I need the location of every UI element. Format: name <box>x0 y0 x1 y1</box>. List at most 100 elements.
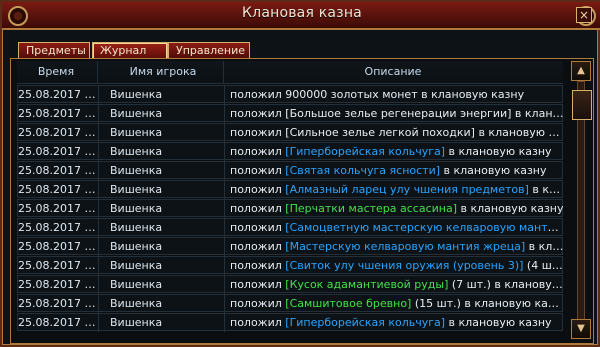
cell-separator <box>98 314 99 332</box>
cell-separator <box>98 257 99 275</box>
item-link[interactable]: [Гиперборейская кольчуга] <box>285 145 445 158</box>
description-prefix: положил <box>230 202 286 215</box>
cell-separator <box>98 295 99 313</box>
row-time: 25.08.2017 15:10 <box>18 164 96 177</box>
row-description: положил [Перчатки мастера ассасина] в кл… <box>224 200 563 218</box>
cell-separator <box>98 219 99 237</box>
row-time: 25.08.2017 15:10 <box>18 126 96 139</box>
cell-separator <box>98 276 99 294</box>
row-player: Вишенка <box>110 88 163 101</box>
row-time: 25.08.2017 15:10 <box>18 183 96 196</box>
cell-separator <box>98 143 99 161</box>
cell-separator <box>98 162 99 180</box>
description-suffix: (15 шт.) в клановую казну <box>411 297 563 310</box>
row-player: Вишенка <box>110 202 163 215</box>
chevron-up-icon[interactable]: ▲ <box>571 61 591 81</box>
description-suffix: в клановую казну <box>440 164 547 177</box>
row-description: положил [Гиперборейская кольчуга] в клан… <box>224 314 563 332</box>
row-time: 25.08.2017 15:09 <box>18 316 96 329</box>
header-description: Описание <box>364 65 422 78</box>
cell-separator <box>98 181 99 199</box>
row-player: Вишенка <box>110 240 163 253</box>
row-time: 25.08.2017 15:10 <box>18 145 96 158</box>
description-prefix: положил <box>230 240 286 253</box>
row-description: положил [Сильное зелье легкой походки] в… <box>224 124 563 142</box>
item-link[interactable]: [Гиперборейская кольчуга] <box>285 316 445 329</box>
row-player: Вишенка <box>110 278 163 291</box>
item-link[interactable]: [Кусок адамантиевой руды] <box>285 278 448 291</box>
cell-separator <box>98 238 99 256</box>
description-prefix: положил <box>230 164 286 177</box>
row-player: Вишенка <box>110 145 163 158</box>
description-prefix: положил <box>230 297 286 310</box>
chevron-down-icon[interactable]: ▼ <box>571 319 591 339</box>
description-prefix: положил <box>230 183 286 196</box>
table-row: 25.08.2017 15:09 Вишенка положил [Свиток… <box>17 256 563 275</box>
row-description: положил [Самшитовое бревно] (15 шт.) в к… <box>224 295 563 313</box>
row-description: положил [Алмазный ларец улу чшения предм… <box>224 181 563 199</box>
description-suffix: в клановую казну <box>478 126 563 139</box>
description-suffix: в клановую казну <box>514 107 563 120</box>
description-suffix: в клановую казну <box>457 202 564 215</box>
table-row: 25.08.2017 15:09 Вишенка положил [Мастер… <box>17 237 563 256</box>
row-time: 25.08.2017 15:09 <box>18 259 96 272</box>
row-time: 25.08.2017 15:21 <box>18 88 96 101</box>
table-header: Время Имя игрока Описание <box>17 61 563 84</box>
row-player: Вишенка <box>110 316 163 329</box>
item-link[interactable]: [Мастерскую келваровую мантия жреца] <box>285 240 525 253</box>
description-suffix: в клановую казну <box>528 240 563 253</box>
item-link: [Большое зелье регенерации энергии] <box>285 107 512 120</box>
scroll-track[interactable] <box>572 81 592 321</box>
item-link[interactable]: [Самшитовое бревно] <box>285 297 411 310</box>
row-description: положил [Большое зелье регенерации энерг… <box>224 105 563 123</box>
description-prefix: положил <box>230 221 286 234</box>
row-player: Вишенка <box>110 126 163 139</box>
description-prefix: положил <box>230 316 286 329</box>
row-description: положил 900000 золотых монет в клановую … <box>224 86 563 104</box>
table-row: 25.08.2017 15:10 Вишенка положил [Алмазн… <box>17 180 563 199</box>
description-prefix: положил <box>230 107 286 120</box>
row-description: положил [Самоцветную мастерскую келваров… <box>224 219 563 237</box>
item-link: 900000 золотых монет <box>285 88 418 101</box>
table-row: 25.08.2017 15:09 Вишенка положил [Перчат… <box>17 199 563 218</box>
cell-separator <box>98 105 99 123</box>
description-suffix: (4 шт.) в клановую... <box>526 259 563 272</box>
row-time: 25.08.2017 15:09 <box>18 240 96 253</box>
description-prefix: положил <box>230 259 286 272</box>
table-row: 25.08.2017 15:10 Вишенка положил [Гиперб… <box>17 142 563 161</box>
item-link[interactable]: [Святая кольчуга ясности] <box>285 164 440 177</box>
row-description: положил [Мастерскую келваровую мантия жр… <box>224 238 563 256</box>
description-suffix: в клановую казну <box>417 88 525 101</box>
table-row: 25.08.2017 15:10 Вишенка положил [Святая… <box>17 161 563 180</box>
description-prefix: положил <box>230 145 286 158</box>
row-time: 25.08.2017 15:09 <box>18 297 96 310</box>
description-prefix: положил <box>230 126 286 139</box>
row-player: Вишенка <box>110 107 163 120</box>
item-link[interactable]: [Перчатки мастера ассасина] <box>285 202 457 215</box>
table-row: 25.08.2017 15:10 Вишенка положил [Сильно… <box>17 123 563 142</box>
log-panel: Время Имя игрока Описание 25.08.2017 15:… <box>10 58 594 344</box>
row-time: 25.08.2017 15:09 <box>18 278 96 291</box>
scroll-thumb[interactable] <box>572 90 592 120</box>
close-icon[interactable]: × <box>576 7 592 23</box>
log-rows[interactable]: 25.08.2017 15:21 Вишенка положил 900000 … <box>17 85 563 339</box>
window-titlebar[interactable]: Клановая казна × <box>2 2 600 30</box>
header-time: Время <box>37 65 75 78</box>
table-row: 25.08.2017 15:09 Вишенка положил [Самоцв… <box>17 218 563 237</box>
item-link[interactable]: [Алмазный ларец улу чшения предметов] <box>285 183 529 196</box>
description-prefix: положил <box>230 278 286 291</box>
table-row: 25.08.2017 15:09 Вишенка положил [Самшит… <box>17 294 563 313</box>
table-row: 25.08.2017 15:09 Вишенка положил [Кусок … <box>17 275 563 294</box>
cell-separator <box>98 86 99 104</box>
row-description: положил [Святая кольчуга ясности] в клан… <box>224 162 563 180</box>
column-separator <box>97 61 98 83</box>
description-suffix: в клановую казну <box>445 145 552 158</box>
row-description: положил [Кусок адамантиевой руды] (7 шт.… <box>224 276 563 294</box>
log-scrollbar[interactable]: ▲ ▼ <box>571 61 592 339</box>
row-player: Вишенка <box>110 259 163 272</box>
item-link[interactable]: [Свиток улу чшения оружия (уровень 3)] <box>285 259 523 272</box>
description-suffix: в клановую казну <box>532 183 563 196</box>
item-link: [Сильное зелье легкой походки] <box>285 126 475 139</box>
row-description: положил [Свиток улу чшения оружия (урове… <box>224 257 563 275</box>
item-link[interactable]: [Самоцветную мастерскую келваровую манти… <box>285 221 563 234</box>
